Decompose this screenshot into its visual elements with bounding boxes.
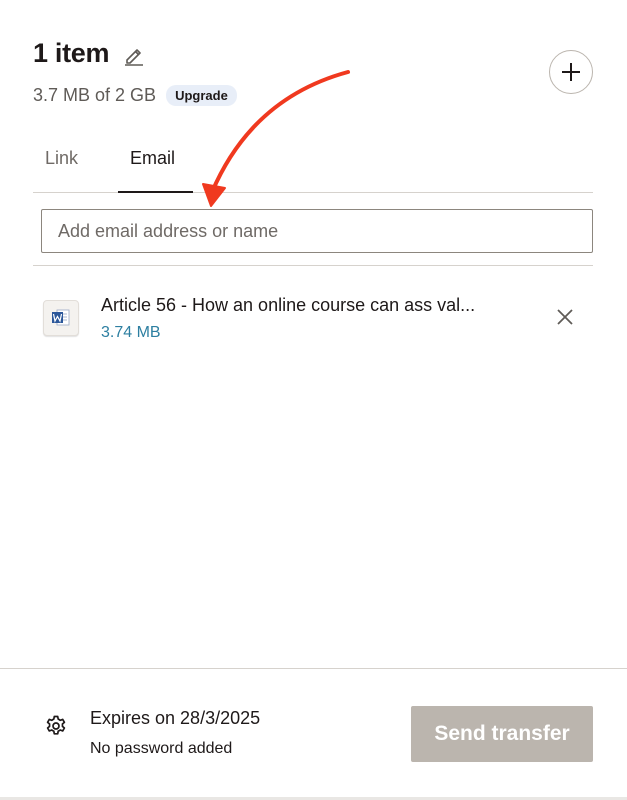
upgrade-badge[interactable]: Upgrade [166, 85, 237, 106]
remove-file-button[interactable] [554, 306, 576, 328]
footer-divider [0, 668, 627, 669]
plus-icon [562, 63, 580, 81]
transfer-header: 1 item 3.7 MB of 2 GB Upgrade [33, 38, 593, 106]
pencil-icon[interactable] [123, 44, 145, 66]
share-method-tabs: Link Email [33, 140, 593, 193]
email-input[interactable] [41, 209, 593, 253]
send-transfer-button[interactable]: Send transfer [411, 706, 593, 762]
item-count-title: 1 item [33, 38, 110, 68]
gear-icon[interactable] [44, 714, 68, 738]
expiry-date[interactable]: Expires on 28/3/2025 [90, 708, 260, 729]
word-doc-icon [43, 300, 79, 336]
add-files-button[interactable] [549, 50, 593, 94]
password-status: No password added [90, 740, 233, 757]
file-size: 3.74 MB [101, 324, 161, 341]
section-divider [33, 265, 593, 266]
title-row: 1 item [33, 38, 593, 69]
file-name: Article 56 - How an online course can as… [101, 295, 476, 315]
close-icon [557, 309, 573, 325]
storage-usage-row: 3.7 MB of 2 GB Upgrade [33, 85, 593, 106]
active-tab-indicator [118, 191, 193, 193]
storage-usage: 3.7 MB of 2 GB [33, 85, 157, 105]
tab-link[interactable]: Link [45, 148, 78, 169]
file-list-item: Article 56 - How an online course can as… [43, 290, 593, 350]
tab-email[interactable]: Email [130, 148, 175, 169]
